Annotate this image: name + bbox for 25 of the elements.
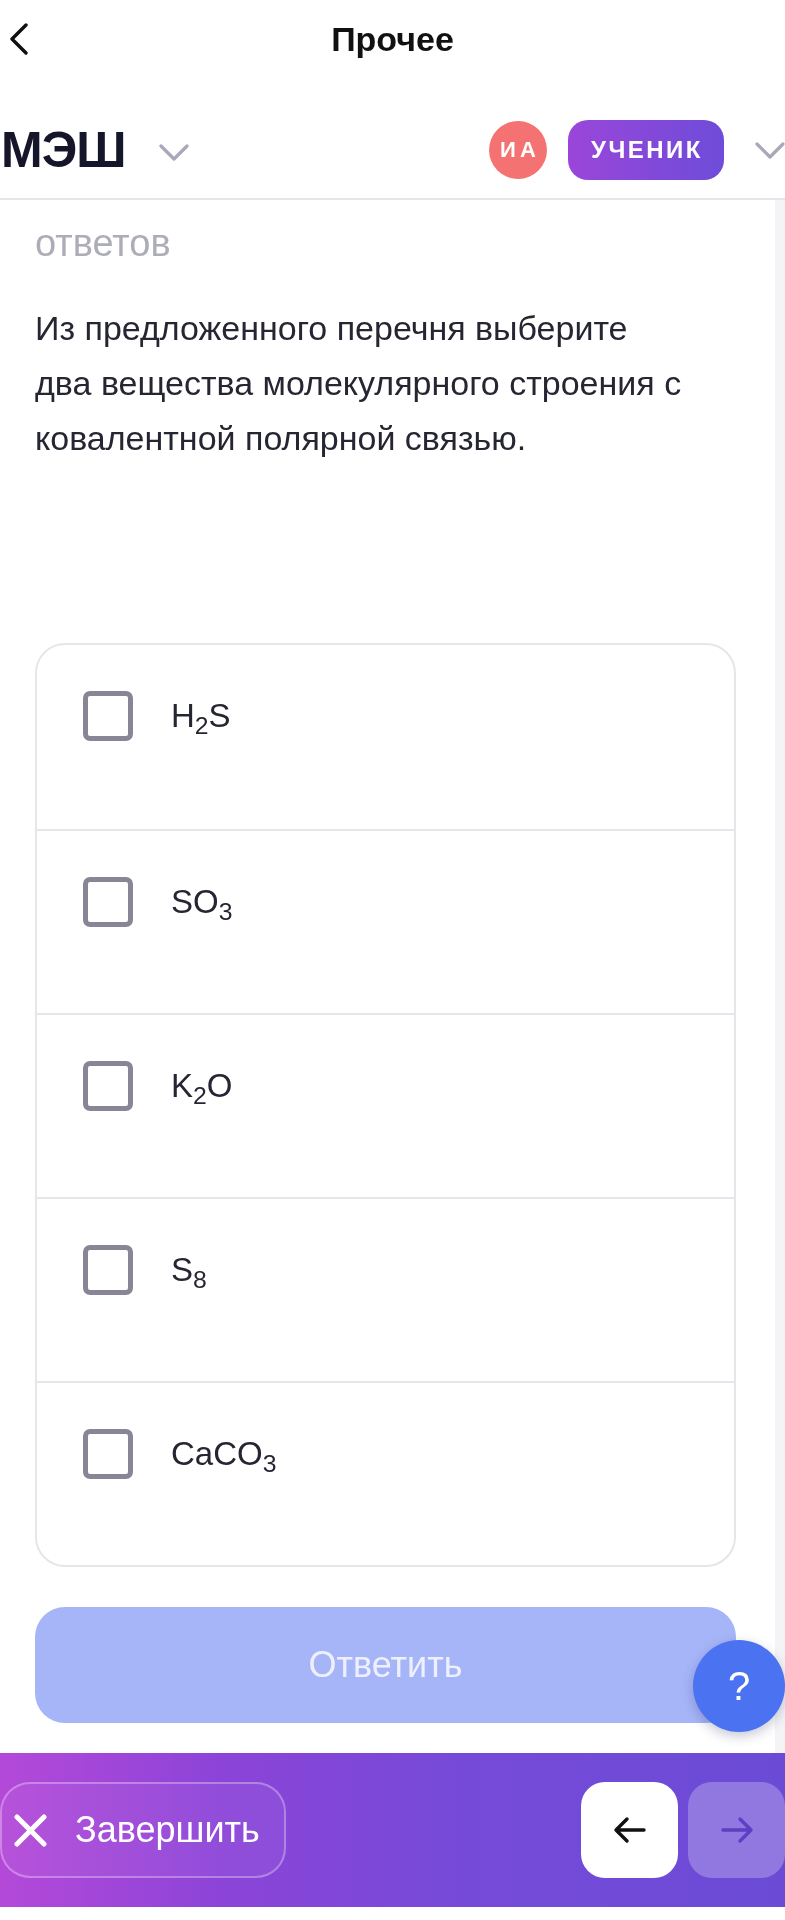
page-title: Прочее [331, 19, 454, 59]
chevron-down-icon[interactable] [755, 141, 785, 159]
option-label: SO$_{3}$ [171, 882, 233, 927]
option-label: S$_{8}$ [171, 1250, 207, 1295]
option-label: CaCO$_{3}$ [171, 1434, 277, 1479]
finish-label: Завершить [75, 1809, 260, 1851]
option-label: K$_{2}$O [171, 1066, 233, 1111]
back-icon[interactable] [9, 23, 28, 55]
checkbox[interactable] [83, 691, 133, 741]
question-text: Из предложенного перечня выберите два вещества молекулярного строения с ковалентной полярной связью. [35, 308, 683, 459]
logo: МЭШ [1, 125, 126, 175]
chevron-down-icon[interactable] [159, 143, 190, 161]
checkbox[interactable] [83, 1429, 133, 1479]
avatar[interactable]: ИА [488, 121, 547, 179]
arrow-right-icon [719, 1816, 754, 1844]
checkbox[interactable] [83, 1061, 133, 1111]
previous-button[interactable] [581, 1782, 678, 1878]
close-icon [14, 1813, 47, 1847]
role-selector[interactable]: УЧЕНИК [567, 120, 724, 180]
checkbox[interactable] [83, 877, 133, 927]
finish-button[interactable]: Завершить [0, 1782, 286, 1878]
checkbox[interactable] [83, 1245, 133, 1295]
instruction-text: ответов [35, 221, 172, 265]
option-label: H$_{2}$S [171, 696, 231, 741]
arrow-left-icon [612, 1816, 647, 1844]
